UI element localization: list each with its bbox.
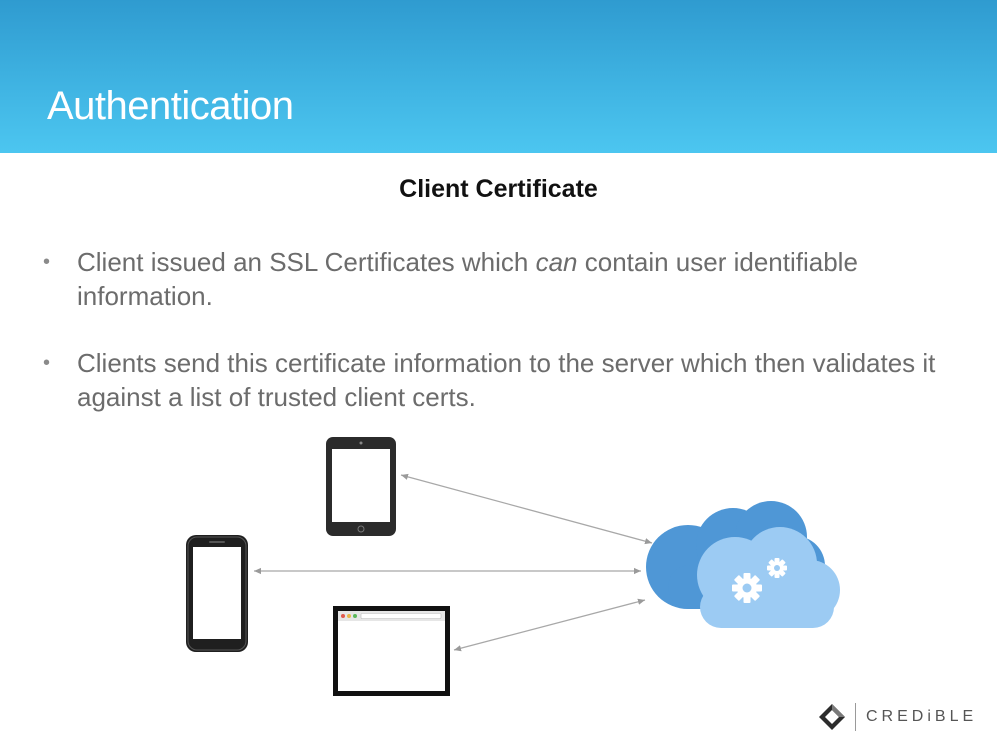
smartphone-icon [186, 535, 248, 652]
client-server-diagram [186, 437, 840, 696]
tablet-connection-arrow [400, 473, 653, 545]
credible-logo: CREDiBLE [817, 702, 977, 732]
large-gear-icon [732, 573, 762, 603]
cloud-gears-icon [646, 501, 840, 628]
browser-connection-arrow [453, 598, 646, 652]
credible-diamond-icon [819, 704, 845, 730]
browser-window-icon [333, 606, 450, 696]
small-gear-icon [767, 558, 787, 578]
logo-text: CREDiBLE [866, 708, 978, 725]
tablet-icon [326, 437, 396, 536]
logo-divider [855, 703, 856, 731]
